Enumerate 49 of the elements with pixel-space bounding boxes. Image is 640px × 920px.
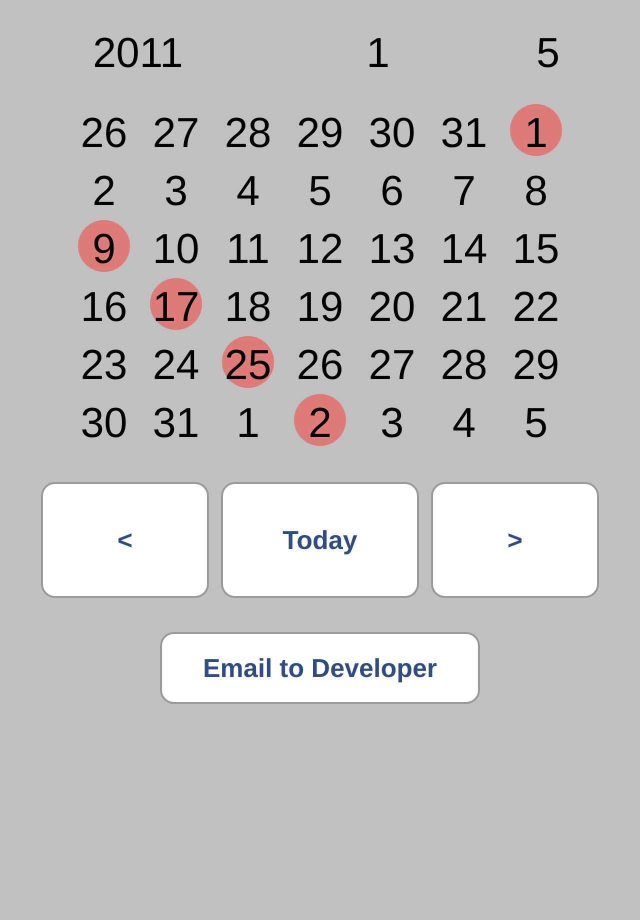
month-label: 1 [365, 28, 391, 78]
day-number[interactable]: 5 [308, 170, 332, 212]
day-number[interactable]: 27 [368, 344, 416, 386]
year-label: 2011 [92, 28, 184, 78]
next-button[interactable]: > [431, 482, 599, 598]
day-number[interactable]: 13 [368, 228, 416, 270]
day-number[interactable]: 27 [152, 112, 200, 154]
day-number[interactable]: 3 [380, 402, 404, 444]
day-number[interactable]: 14 [440, 228, 488, 270]
day-number[interactable]: 2 [308, 402, 332, 444]
previous-button[interactable]: < [41, 482, 209, 598]
header-label: 5 [535, 28, 561, 78]
day-number[interactable]: 4 [236, 170, 260, 212]
day-number[interactable]: 19 [296, 286, 344, 328]
day-number[interactable]: 16 [80, 286, 128, 328]
day-number[interactable]: 12 [296, 228, 344, 270]
day-number[interactable]: 17 [152, 286, 200, 328]
day-number[interactable]: 22 [512, 286, 560, 328]
day-number[interactable]: 1 [524, 112, 548, 154]
day-number[interactable]: 26 [80, 112, 128, 154]
day-number[interactable]: 25 [224, 344, 272, 386]
day-number[interactable]: 24 [152, 344, 200, 386]
day-number[interactable]: 21 [440, 286, 488, 328]
day-number[interactable]: 20 [368, 286, 416, 328]
day-number[interactable]: 31 [440, 112, 488, 154]
today-button[interactable]: Today [221, 482, 419, 598]
email-developer-button[interactable]: Email to Developer [160, 632, 480, 704]
day-number[interactable]: 8 [524, 170, 548, 212]
day-number[interactable]: 2 [92, 170, 116, 212]
day-number[interactable]: 9 [92, 228, 116, 270]
day-number[interactable]: 23 [80, 344, 128, 386]
day-number[interactable]: 30 [80, 402, 128, 444]
day-number[interactable]: 11 [226, 228, 270, 270]
day-number[interactable]: 3 [164, 170, 188, 212]
day-number[interactable]: 6 [380, 170, 404, 212]
day-number[interactable]: 10 [152, 228, 200, 270]
day-number[interactable]: 26 [296, 344, 344, 386]
day-number[interactable]: 4 [452, 402, 476, 444]
day-number[interactable]: 28 [440, 344, 488, 386]
day-number[interactable]: 5 [524, 402, 548, 444]
day-number[interactable]: 30 [368, 112, 416, 154]
day-number[interactable]: 7 [452, 170, 476, 212]
day-number[interactable]: 31 [152, 402, 200, 444]
day-number[interactable]: 18 [224, 286, 272, 328]
day-number[interactable]: 29 [296, 112, 344, 154]
day-number[interactable]: 28 [224, 112, 272, 154]
day-number[interactable]: 29 [512, 344, 560, 386]
day-number[interactable]: 15 [512, 228, 560, 270]
day-number[interactable]: 1 [236, 402, 260, 444]
